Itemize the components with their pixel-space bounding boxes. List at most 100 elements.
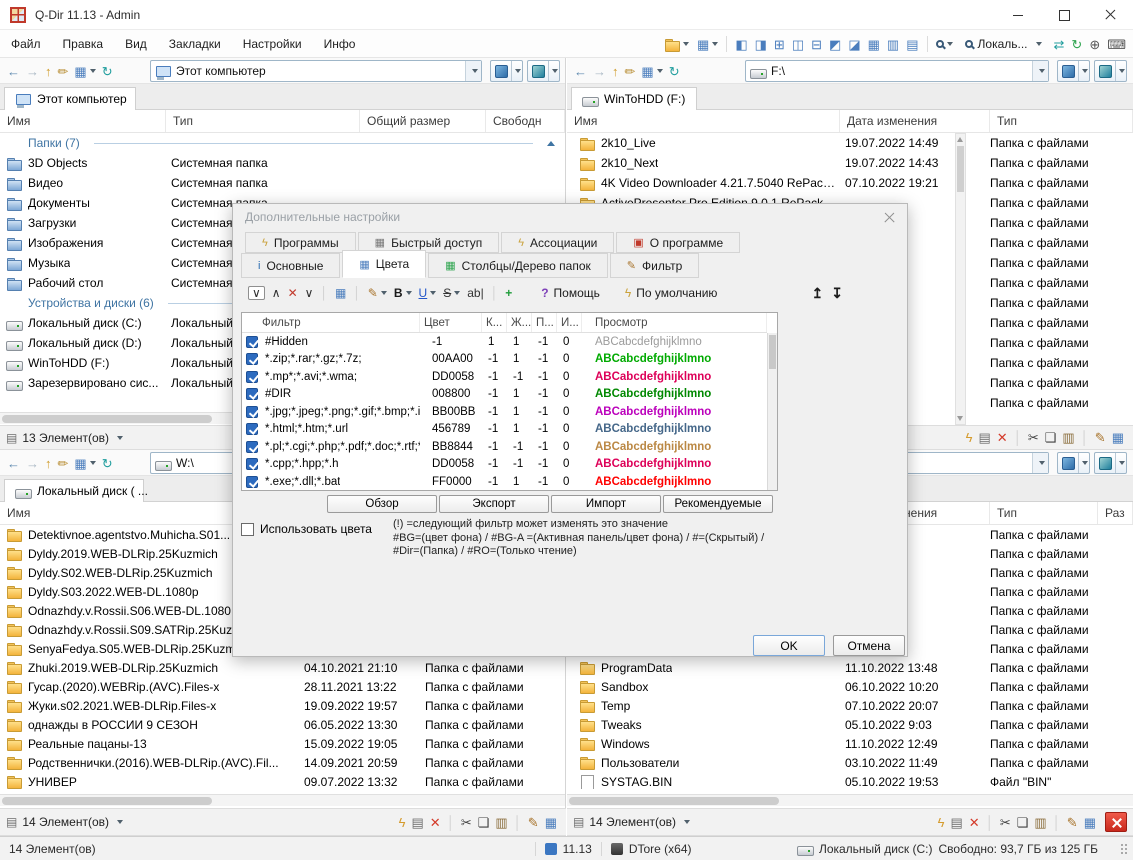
dialog-tab[interactable]: iОсновные bbox=[241, 253, 340, 278]
scroll-up-icon[interactable] bbox=[957, 137, 963, 142]
file-row[interactable]: SYSTAG.BIN 05.10.2022 19:53 Файл "BIN" bbox=[567, 772, 1133, 791]
column-header-free[interactable]: Свободн bbox=[486, 110, 565, 132]
address-combo[interactable]: Этот компьютер bbox=[150, 60, 482, 82]
panel-tool-icon[interactable]: ϟ bbox=[396, 811, 409, 833]
dialog-tool-icon[interactable]: │ bbox=[488, 282, 502, 304]
group-collapse-icon[interactable] bbox=[547, 141, 555, 146]
dialog-tool-icon[interactable]: │ bbox=[317, 282, 331, 304]
dialog-tool-icon[interactable]: │ bbox=[350, 282, 364, 304]
action-button[interactable]: Экспорт bbox=[439, 495, 549, 513]
dialog-tool-icon[interactable]: ∨ bbox=[245, 282, 268, 304]
panel-tool-icon[interactable]: ▤ bbox=[975, 427, 993, 449]
panel-tool-icon[interactable]: ▤ bbox=[408, 811, 426, 833]
item-count-dropdown[interactable]: ▤14 Элемент(ов) bbox=[567, 815, 690, 829]
nav-icon[interactable]: ▦ bbox=[71, 452, 98, 474]
file-row[interactable]: Гусар.(2020).WEBRip.(AVC).Files-x 28.11.… bbox=[0, 677, 565, 696]
panel-tool-icon[interactable]: │ bbox=[983, 811, 997, 833]
pane-layout-icon[interactable]: ◪ bbox=[845, 33, 863, 55]
dialog-tool-icon[interactable]: S bbox=[440, 282, 463, 304]
panel-tool-icon[interactable]: │ bbox=[1050, 811, 1064, 833]
move-top-icon[interactable]: ↥ bbox=[812, 285, 824, 302]
dialog-tool-icon[interactable]: ∧ bbox=[269, 282, 284, 304]
tab-wintohdd[interactable]: WinToHDD (F:) bbox=[571, 87, 697, 110]
pane-layout-icon[interactable]: ▥ bbox=[884, 33, 902, 55]
dialog-tool-icon[interactable]: ab| bbox=[464, 282, 486, 304]
nav-icon[interactable]: ↻ bbox=[666, 60, 683, 82]
dialog-tool-icon[interactable]: ∨ bbox=[302, 282, 317, 304]
column-header-type[interactable]: Тип bbox=[990, 110, 1133, 132]
dialog-tab[interactable]: ▣О программе bbox=[616, 232, 740, 253]
nav-icon[interactable]: ← bbox=[571, 60, 590, 82]
nav-icon[interactable]: ↑ bbox=[42, 60, 55, 82]
pane-layout-icon[interactable]: ◨ bbox=[752, 33, 770, 55]
panel-tool-icon[interactable]: │ bbox=[1078, 427, 1092, 449]
filter-row[interactable]: *.cpp;*.hpp;*.h DD0058 -1 -1 -1 0 ABCabc… bbox=[242, 456, 767, 474]
nav-icon[interactable]: ▦ bbox=[638, 60, 665, 82]
file-row[interactable]: однажды в РОССИИ 9 СЕЗОН 06.05.2022 13:3… bbox=[0, 715, 565, 734]
nav-icon[interactable]: → bbox=[590, 60, 609, 82]
split-dropdown[interactable] bbox=[1115, 61, 1127, 81]
menu-item[interactable]: Инфо bbox=[313, 30, 367, 57]
help-button[interactable]: ?Помощь bbox=[534, 282, 607, 304]
dialog-tool-icon[interactable]: B bbox=[391, 282, 415, 304]
nav-icon[interactable]: ↑ bbox=[609, 60, 622, 82]
file-row[interactable]: 2k10_Live 19.07.2022 14:49 Папка с файла… bbox=[567, 133, 1133, 153]
filter-row[interactable]: *.jpg;*.jpeg;*.png;*.gif;*.bmp;*.ico BB0… bbox=[242, 403, 767, 421]
panel-tool-icon[interactable]: ▦ bbox=[1081, 811, 1099, 833]
filter-row[interactable]: *.pl;*.cgi;*.php;*.pdf;*.doc;*.rtf;*... … bbox=[242, 438, 767, 456]
toolbar-icon[interactable]: ⌨ bbox=[1104, 33, 1129, 55]
row-checkbox[interactable] bbox=[246, 458, 258, 470]
file-row[interactable]: Папки (7) bbox=[0, 133, 565, 153]
column-header-i[interactable]: И... bbox=[557, 313, 582, 332]
nav-icon[interactable]: ↻ bbox=[99, 60, 116, 82]
panel-tool-icon[interactable]: ▦ bbox=[542, 811, 560, 833]
pane-layout-icon[interactable]: ▤ bbox=[903, 33, 921, 55]
ok-button[interactable]: OK bbox=[753, 635, 825, 656]
panel-tool-icon[interactable]: ✂ bbox=[458, 811, 475, 833]
panel-tool-icon[interactable]: ✎ bbox=[525, 811, 542, 833]
nav-icon[interactable]: ↻ bbox=[99, 452, 116, 474]
resize-grip[interactable] bbox=[1125, 844, 1127, 846]
column-header-type[interactable]: Тип bbox=[990, 502, 1098, 524]
dialog-close-icon[interactable] bbox=[882, 210, 897, 225]
toolbar-icon[interactable]: ⊕ bbox=[1086, 33, 1103, 55]
address-combo[interactable]: F:\ bbox=[745, 60, 1049, 82]
dialog-tab[interactable]: ϟПрограммы bbox=[245, 232, 356, 253]
dialog-tool-icon[interactable]: U bbox=[416, 282, 440, 304]
dialog-tab[interactable]: ϟАссоциации bbox=[501, 232, 614, 253]
dialog-tool-icon[interactable]: ✎ bbox=[365, 282, 390, 304]
pane-layout-icon[interactable]: ⊞ bbox=[771, 33, 788, 55]
dialog-tool-icon[interactable]: + bbox=[502, 282, 515, 304]
split-dropdown[interactable] bbox=[548, 61, 560, 81]
address-dropdown-button[interactable] bbox=[1032, 61, 1048, 81]
panel-tool-icon[interactable]: ❏ bbox=[1042, 427, 1060, 449]
panel-tool-icon[interactable]: │ bbox=[444, 811, 458, 833]
file-row[interactable]: Sandbox 06.10.2022 10:20 Папка с файлами bbox=[567, 677, 1133, 696]
item-count-dropdown[interactable]: ▤14 Элемент(ов) bbox=[0, 815, 123, 829]
scrollbar-thumb[interactable] bbox=[2, 797, 212, 805]
panel-tool-icon[interactable]: ϟ bbox=[935, 811, 948, 833]
vertical-scrollbar[interactable] bbox=[955, 133, 966, 425]
filter-row[interactable]: *.exe;*.dll;*.bat FF0000 -1 1 -1 0 ABCab… bbox=[242, 473, 767, 491]
nav-icon[interactable]: → bbox=[23, 60, 42, 82]
file-row[interactable]: 4K Video Downloader 4.21.7.5040 RePack (… bbox=[567, 173, 1133, 193]
pane-layout-icon[interactable]: ◫ bbox=[789, 33, 807, 55]
locale-dropdown[interactable]: Локаль... bbox=[958, 33, 1049, 55]
scroll-down-icon[interactable] bbox=[957, 416, 963, 421]
nav-icon[interactable]: ▦ bbox=[71, 60, 98, 82]
address-dropdown-button[interactable] bbox=[1032, 453, 1048, 473]
menu-item[interactable]: Файл bbox=[0, 30, 52, 57]
item-count-dropdown[interactable]: ▤13 Элемент(ов) bbox=[0, 431, 123, 445]
panel-tool-icon[interactable]: ▥ bbox=[1059, 427, 1077, 449]
panel-tool-icon[interactable]: ϟ bbox=[963, 427, 976, 449]
panel-tool-icon[interactable]: ▦ bbox=[1109, 427, 1127, 449]
pane-layout-icon[interactable]: ◧ bbox=[732, 33, 750, 55]
file-row[interactable]: Реальные пацаны-13 15.09.2022 19:05 Папк… bbox=[0, 734, 565, 753]
toolbar-icon[interactable]: ⇄ bbox=[1051, 33, 1068, 55]
nav-icon[interactable]: ↑ bbox=[42, 452, 55, 474]
file-row[interactable]: Temp 07.10.2022 20:07 Папка с файлами bbox=[567, 696, 1133, 715]
scrollbar-thumb[interactable] bbox=[569, 797, 779, 805]
file-row[interactable]: Видео Системная папка bbox=[0, 173, 565, 193]
column-header-zh[interactable]: Ж... bbox=[507, 313, 532, 332]
column-header-filter[interactable]: Фильтр bbox=[242, 313, 420, 332]
